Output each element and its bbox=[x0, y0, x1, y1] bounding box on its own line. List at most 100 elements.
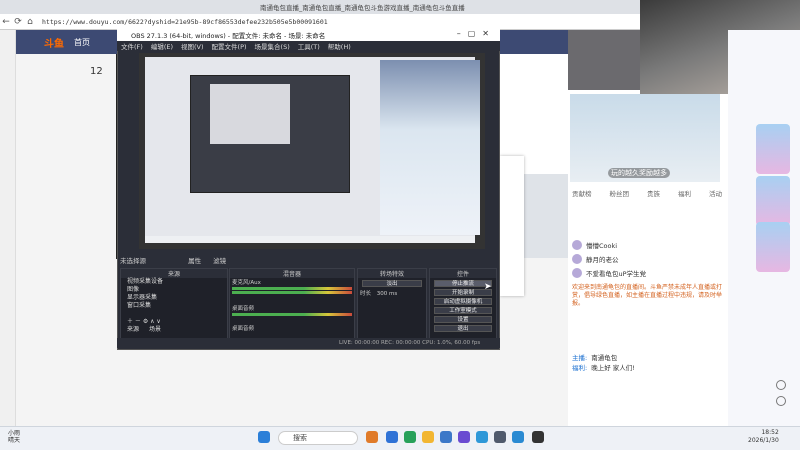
browser-sidebar bbox=[0, 30, 16, 426]
tab-welfare[interactable]: 福利 bbox=[678, 188, 691, 198]
avatar bbox=[572, 240, 582, 250]
menu-file[interactable]: 文件(F) bbox=[121, 41, 143, 51]
app-icon[interactable] bbox=[512, 431, 524, 443]
file-explorer-icon[interactable] bbox=[422, 431, 434, 443]
source-item[interactable]: 视频采集设备 bbox=[121, 278, 227, 286]
menu-help[interactable]: 帮助(H) bbox=[328, 41, 351, 51]
properties-button[interactable]: 属性 bbox=[188, 257, 201, 265]
chat-text: 晚上好 家人们! bbox=[591, 364, 635, 372]
side-ad-banner[interactable] bbox=[756, 176, 790, 226]
side-ad-banner[interactable] bbox=[756, 222, 790, 272]
browser-tab-title[interactable]: 南通龟包直播_南通龟包直播_南通龟包斗鱼游戏直播_南通龟包斗鱼直播 bbox=[260, 2, 465, 12]
tab-activity[interactable]: 活动 bbox=[709, 188, 722, 198]
clock-date: 2026/1/30 bbox=[748, 437, 779, 444]
weather-line: 小雨 bbox=[8, 430, 21, 437]
dock-title: 控件 bbox=[430, 269, 496, 278]
rank-name: 懵懵Cooki bbox=[586, 242, 618, 250]
app-icon[interactable] bbox=[458, 431, 470, 443]
url-input[interactable]: https://www.douyu.com/6622?dyshid=21e95b… bbox=[42, 18, 328, 26]
source-item[interactable]: 显示器采集 bbox=[121, 294, 227, 302]
taskbar-search[interactable]: 搜索 bbox=[278, 431, 358, 445]
source-actions[interactable]: ＋ － ⚙ ∧ ∨ bbox=[121, 318, 227, 326]
tab-fans[interactable]: 粉丝团 bbox=[610, 188, 630, 198]
volume-meter[interactable] bbox=[232, 287, 352, 290]
app-icon[interactable] bbox=[386, 431, 398, 443]
list-item[interactable]: 不爱看龟包uP学生党 bbox=[572, 266, 722, 280]
menu-edit[interactable]: 编辑(E) bbox=[151, 41, 173, 51]
list-item[interactable]: 懵懵Cooki bbox=[572, 238, 722, 252]
preview-capture-stream bbox=[380, 60, 480, 235]
mixer-channel-name: 麦克风/Aux bbox=[232, 280, 261, 286]
transition-select[interactable]: 淡出 bbox=[362, 280, 422, 287]
dock-title: 混音器 bbox=[230, 269, 354, 278]
mixer-channel-name: 桌面音频 bbox=[232, 306, 255, 312]
start-icon[interactable] bbox=[258, 431, 270, 443]
rank-number: 12 bbox=[90, 66, 103, 77]
obs-title: OBS 27.1.3 (64-bit, windows) - 配置文件: 未命名… bbox=[131, 32, 326, 40]
virtual-camera-button[interactable]: 启动虚拟摄像机 bbox=[434, 298, 492, 305]
menu-profile[interactable]: 配置文件(P) bbox=[212, 41, 247, 51]
chat-text: 南通龟包 bbox=[591, 354, 618, 362]
filters-button[interactable]: 滤镜 bbox=[213, 257, 226, 265]
home-icon[interactable]: ⌂ bbox=[24, 17, 36, 27]
menu-tools[interactable]: 工具(T) bbox=[298, 41, 320, 51]
list-item[interactable]: 静月的老公 bbox=[572, 252, 722, 266]
promo-banner[interactable]: 玩的越久奖励越多 bbox=[570, 94, 720, 182]
no-source-label: 未选择源 bbox=[120, 257, 146, 265]
exit-button[interactable]: 退出 bbox=[434, 325, 492, 332]
studio-mode-button[interactable]: 工作室模式 bbox=[434, 307, 492, 314]
reload-icon[interactable]: ⟳ bbox=[12, 17, 24, 27]
chat-message: 福利: 晚上好 家人们! bbox=[572, 362, 722, 372]
chat-message: 主播: 南通龟包 bbox=[572, 352, 722, 362]
promo-caption: 玩的越久奖励越多 bbox=[608, 168, 670, 178]
chat-user[interactable]: 福利: bbox=[572, 364, 587, 372]
mouse-cursor-icon: ➤ bbox=[484, 282, 492, 292]
obs-window-controls[interactable]: –▢✕ bbox=[457, 29, 496, 38]
duration-label: 时长 bbox=[360, 291, 372, 297]
source-toolbar: 未选择源 属性 滤镜 bbox=[120, 255, 498, 265]
tab-sources[interactable]: 来源 bbox=[127, 326, 139, 333]
nav-home[interactable]: 首页 bbox=[74, 37, 90, 48]
controls-dock: 控件 停止推流 开始录制 启动虚拟摄像机 工作室模式 设置 退出 bbox=[429, 268, 497, 340]
app-icon[interactable] bbox=[476, 431, 488, 443]
sidebar-icon[interactable] bbox=[776, 380, 786, 390]
app-icon[interactable] bbox=[404, 431, 416, 443]
volume-meter[interactable] bbox=[232, 313, 352, 316]
obs-menu-bar: 文件(F) 编辑(E) 视图(V) 配置文件(P) 场景集合(S) 工具(T) … bbox=[117, 41, 500, 51]
preview-taskbar bbox=[145, 236, 475, 243]
dock-title: 来源 bbox=[121, 269, 227, 278]
tab-scenes[interactable]: 场景 bbox=[149, 326, 161, 333]
source-item[interactable]: 图像 bbox=[121, 286, 227, 294]
rank-name: 静月的老公 bbox=[586, 256, 619, 264]
obs-taskbar-icon[interactable] bbox=[532, 431, 544, 443]
sources-dock: 来源 视频采集设备 图像 显示器采集 窗口采集 ＋ － ⚙ ∧ ∨ 来源 场景 bbox=[120, 268, 228, 340]
source-item[interactable]: 窗口采集 bbox=[121, 302, 227, 310]
settings-icon[interactable] bbox=[776, 396, 786, 406]
tab-contribution[interactable]: 贡献榜 bbox=[572, 188, 592, 198]
site-logo[interactable]: 斗鱼 bbox=[44, 35, 64, 50]
transition-duration: 时长 300 ms bbox=[358, 289, 426, 297]
menu-scene-collection[interactable]: 场景集合(S) bbox=[255, 41, 290, 51]
rank-name: 不爱看龟包uP学生党 bbox=[586, 270, 647, 278]
settings-button[interactable]: 设置 bbox=[434, 316, 492, 323]
overlay-popup[interactable] bbox=[500, 156, 524, 296]
dock-title: 转场特效 bbox=[358, 269, 426, 278]
volume-meter[interactable] bbox=[232, 291, 352, 294]
panel-tabs: 贡献榜 粉丝团 贵族 福利 活动 bbox=[572, 188, 722, 198]
tab-noble[interactable]: 贵族 bbox=[647, 188, 660, 198]
chat-user[interactable]: 主播: bbox=[572, 354, 587, 362]
obs-title-bar: OBS 27.1.3 (64-bit, windows) - 配置文件: 未命名… bbox=[117, 29, 500, 41]
duration-input[interactable]: 300 ms bbox=[377, 291, 397, 297]
weather-line: 晴天 bbox=[8, 437, 21, 444]
taskbar-clock[interactable]: 18:52 2026/1/30 bbox=[748, 429, 779, 445]
weather-widget[interactable]: 小雨 晴天 bbox=[8, 430, 20, 444]
app-icon[interactable] bbox=[494, 431, 506, 443]
menu-view[interactable]: 视图(V) bbox=[181, 41, 204, 51]
app-icon[interactable] bbox=[366, 431, 378, 443]
app-icon[interactable] bbox=[440, 431, 452, 443]
side-ad-banner[interactable] bbox=[756, 124, 790, 174]
avatar bbox=[572, 254, 582, 264]
back-icon[interactable]: ← bbox=[0, 17, 12, 27]
taskbar bbox=[0, 426, 800, 450]
chat-notice: 欢迎来到南通龟包的直播间。斗鱼严禁未成年人直播或打赏，倡导绿色直播，如主播在直播… bbox=[572, 284, 723, 307]
